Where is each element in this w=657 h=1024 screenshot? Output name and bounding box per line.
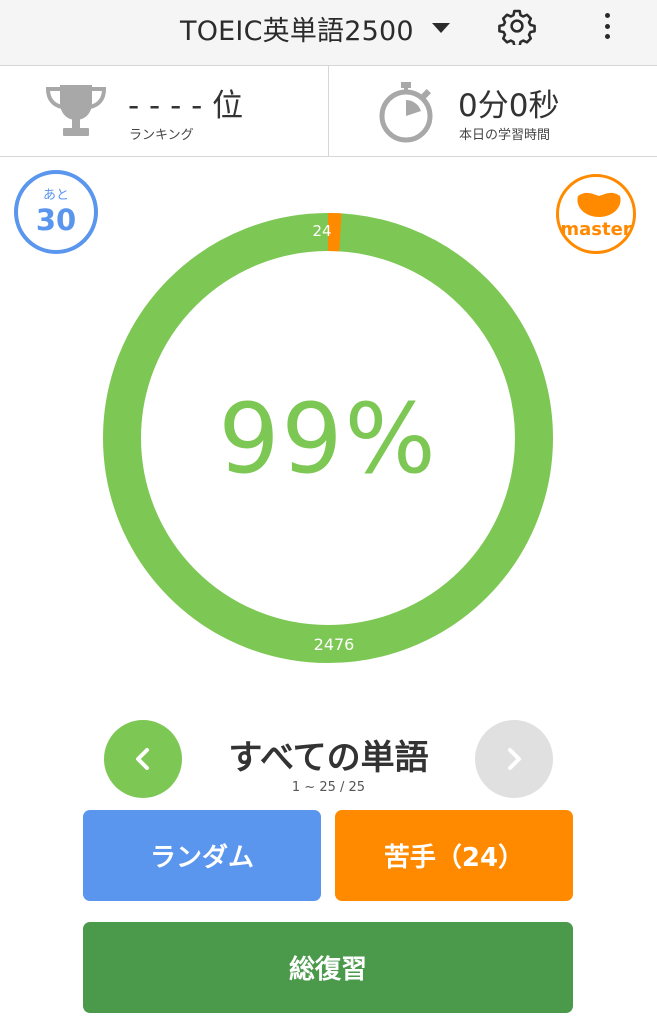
remaining-badge[interactable]: あと 30 xyxy=(14,170,98,254)
rank-label: ランキング xyxy=(129,128,194,143)
full-review-button[interactable]: 総復習 xyxy=(83,922,573,1013)
dropdown-caret-icon xyxy=(431,23,450,33)
next-set-button[interactable] xyxy=(475,720,553,798)
remaining-count: 30 xyxy=(35,203,77,237)
weak-words-button[interactable]: 苦手（24） xyxy=(335,810,573,901)
chevron-left-icon xyxy=(136,748,149,770)
trophy-icon xyxy=(42,83,110,139)
random-quiz-button[interactable]: ランダム xyxy=(83,810,321,901)
book-selector[interactable]: TOEIC英単語2500 xyxy=(180,8,450,48)
stats-divider xyxy=(328,66,329,157)
stopwatch-icon xyxy=(375,78,437,144)
weak-count-label: 24 xyxy=(312,222,332,240)
settings-gear-icon[interactable] xyxy=(498,7,536,48)
word-set-range: 1 ~ 25 / 25 xyxy=(291,780,366,795)
app-title: TOEIC英単語2500 xyxy=(180,15,414,47)
chevron-right-icon xyxy=(508,748,521,770)
rank-value: - - - - 位 xyxy=(128,88,244,124)
known-count-label: 2476 xyxy=(313,635,355,654)
master-badge[interactable]: master xyxy=(556,174,636,254)
more-menu-icon[interactable] xyxy=(596,10,618,42)
app-header: TOEIC英単語2500 xyxy=(0,0,657,66)
word-set-title: すべての単語 xyxy=(228,738,429,778)
master-label: master xyxy=(560,219,632,240)
remaining-prefix: あと xyxy=(42,188,69,203)
study-time-label: 本日の学習時間 xyxy=(459,128,551,143)
prev-set-button[interactable] xyxy=(104,720,182,798)
stats-bar: - - - - 位 ランキング 0分0秒 本日の学習時間 xyxy=(0,66,657,157)
progress-percent: 99% xyxy=(218,383,438,495)
study-time-value: 0分0秒 xyxy=(458,88,560,124)
master-mascot-icon xyxy=(577,192,621,217)
